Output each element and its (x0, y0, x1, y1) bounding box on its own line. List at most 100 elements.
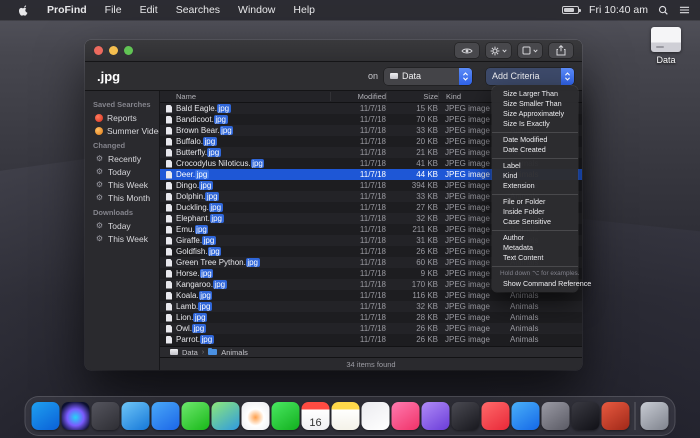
document-icon (166, 215, 172, 223)
sidebar-item-this-week[interactable]: This Week (85, 178, 159, 191)
zoom-button[interactable] (124, 46, 133, 55)
table-row[interactable]: Lamb.jpg 11/7/18 32 KB JPEG image Animal… (160, 301, 582, 312)
dock-settings-icon[interactable] (542, 402, 570, 430)
menu-bar: ProFindFileEditSearchesWindowHelp Fri 10… (0, 0, 700, 20)
criteria-menu-item-inside-folder[interactable]: Inside Folder (492, 207, 578, 217)
menu-bar-item-window[interactable]: Window (229, 4, 284, 16)
title-bar[interactable] (85, 40, 582, 62)
sidebar-item-label: Summer Videos (107, 126, 160, 136)
criteria-menu-item-text-content[interactable]: Text Content (492, 253, 578, 263)
dock-divider (635, 402, 636, 430)
criteria-menu-item-author[interactable]: Author (492, 233, 578, 243)
dock-safari-icon[interactable] (152, 402, 180, 430)
criteria-menu-item-extension[interactable]: Extension (492, 181, 578, 191)
sidebar-item-label: This Week (108, 234, 148, 244)
criteria-menu-item-size-approximately[interactable]: Size Approximately (492, 109, 578, 119)
criteria-menu-item-size-is-exactly[interactable]: Size Is Exactly (492, 119, 578, 129)
dock-finder-icon[interactable] (32, 402, 60, 430)
dock-messages-icon[interactable] (182, 402, 210, 430)
dock-calendar-icon[interactable]: 16 (302, 402, 330, 430)
table-row[interactable]: Owl.jpg 11/7/18 26 KB JPEG image Animals (160, 323, 582, 334)
status-bar: 34 items found (160, 357, 582, 370)
menu-bar-left: ProFindFileEditSearchesWindowHelp (0, 0, 324, 20)
sidebar-item-today[interactable]: Today (85, 219, 159, 232)
criteria-menu-item-show-command-reference[interactable]: Show Command Reference (492, 279, 578, 289)
drive-icon (390, 73, 398, 79)
dock-maps-icon[interactable] (212, 402, 240, 430)
path-segment-folder[interactable]: Animals (221, 348, 248, 357)
menu-separator (492, 266, 578, 267)
desktop-volume-data[interactable]: Data (642, 27, 690, 65)
notification-center-icon[interactable] (679, 5, 690, 15)
minimize-button[interactable] (109, 46, 118, 55)
criteria-menu-item-metadata[interactable]: Metadata (492, 243, 578, 253)
sidebar-item-recently[interactable]: Recently (85, 152, 159, 165)
sidebar-item-today[interactable]: Today (85, 165, 159, 178)
dock-trash-icon[interactable] (641, 402, 669, 430)
share-icon (556, 45, 566, 56)
document-icon (166, 171, 172, 179)
menu-bar-clock[interactable]: Fri 10:40 am (589, 4, 648, 16)
dock-profind-icon[interactable] (602, 402, 630, 430)
menu-bar-item-searches[interactable]: Searches (167, 4, 229, 16)
file-size: 32 KB (386, 214, 438, 223)
criteria-menu-item-label[interactable]: Label (492, 161, 578, 171)
criteria-menu-item-size-larger-than[interactable]: Size Larger Than (492, 89, 578, 99)
dock-launchpad-icon[interactable] (92, 402, 120, 430)
table-row[interactable]: Parrot.jpg 11/7/18 26 KB JPEG image Anim… (160, 334, 582, 345)
dock-photos-icon[interactable] (242, 402, 270, 430)
view-options-button[interactable] (518, 43, 542, 58)
file-size: 15 KB (386, 104, 438, 113)
dock-music-icon[interactable] (392, 402, 420, 430)
close-button[interactable] (94, 46, 103, 55)
action-menu-button[interactable] (486, 43, 511, 58)
battery-icon[interactable] (562, 6, 579, 14)
chevron-down-icon (533, 49, 538, 53)
menu-bar-item-edit[interactable]: Edit (131, 4, 167, 16)
criteria-menu-item-case-sensitive[interactable]: Case Sensitive (492, 217, 578, 227)
preview-button[interactable] (455, 43, 479, 58)
file-kind: JPEG image (438, 324, 504, 333)
column-header-name[interactable]: Name (160, 92, 330, 101)
add-criteria-button[interactable]: Add Criteria (486, 68, 574, 85)
dock-facetime-icon[interactable] (272, 402, 300, 430)
file-name: Bandicoot.jpg (176, 115, 228, 124)
criteria-menu-item-date-modified[interactable]: Date Modified (492, 135, 578, 145)
sidebar-item-summer-videos[interactable]: Summer Videos (85, 124, 159, 137)
dock-mail-icon[interactable] (122, 402, 150, 430)
search-match-highlight: jpg (213, 280, 227, 289)
path-segment-volume[interactable]: Data (182, 348, 198, 357)
file-name: Crocodylus Niloticus.jpg (176, 159, 264, 168)
dock-podcasts-icon[interactable] (422, 402, 450, 430)
sidebar-item-this-week[interactable]: This Week (85, 232, 159, 245)
table-row[interactable]: Lion.jpg 11/7/18 28 KB JPEG image Animal… (160, 312, 582, 323)
dock-reminders-icon[interactable] (362, 402, 390, 430)
column-header-modified[interactable]: Modified (330, 92, 386, 101)
file-size: 26 KB (386, 324, 438, 333)
document-icon (166, 182, 172, 190)
criteria-menu-item-kind[interactable]: Kind (492, 171, 578, 181)
criteria-menu-item-size-smaller-than[interactable]: Size Smaller Than (492, 99, 578, 109)
dock-siri-icon[interactable] (62, 402, 90, 430)
menu-bar-item-help[interactable]: Help (284, 4, 324, 16)
menu-bar-item-file[interactable]: File (96, 4, 131, 16)
share-button[interactable] (549, 43, 573, 58)
dock-appstore-icon[interactable] (512, 402, 540, 430)
dock-notes-icon[interactable] (332, 402, 360, 430)
file-size: 170 KB (386, 280, 438, 289)
search-query-input[interactable] (97, 69, 247, 84)
apple-menu[interactable] (10, 0, 38, 20)
criteria-menu-item-file-or-folder[interactable]: File or Folder (492, 197, 578, 207)
dock-tv-icon[interactable] (452, 402, 480, 430)
sidebar-item-reports[interactable]: Reports (85, 111, 159, 124)
menu-bar-item-profind[interactable]: ProFind (38, 4, 96, 16)
dock-terminal-icon[interactable] (572, 402, 600, 430)
sidebar-item-this-month[interactable]: This Month (85, 191, 159, 204)
dock-news-icon[interactable] (482, 402, 510, 430)
column-header-size[interactable]: Size (386, 92, 438, 101)
search-match-highlight: jpg (200, 335, 214, 344)
spotlight-icon[interactable] (658, 5, 669, 16)
file-size: 26 KB (386, 247, 438, 256)
scope-popup-button[interactable]: Data (384, 68, 472, 85)
criteria-menu-item-date-created[interactable]: Date Created (492, 145, 578, 155)
